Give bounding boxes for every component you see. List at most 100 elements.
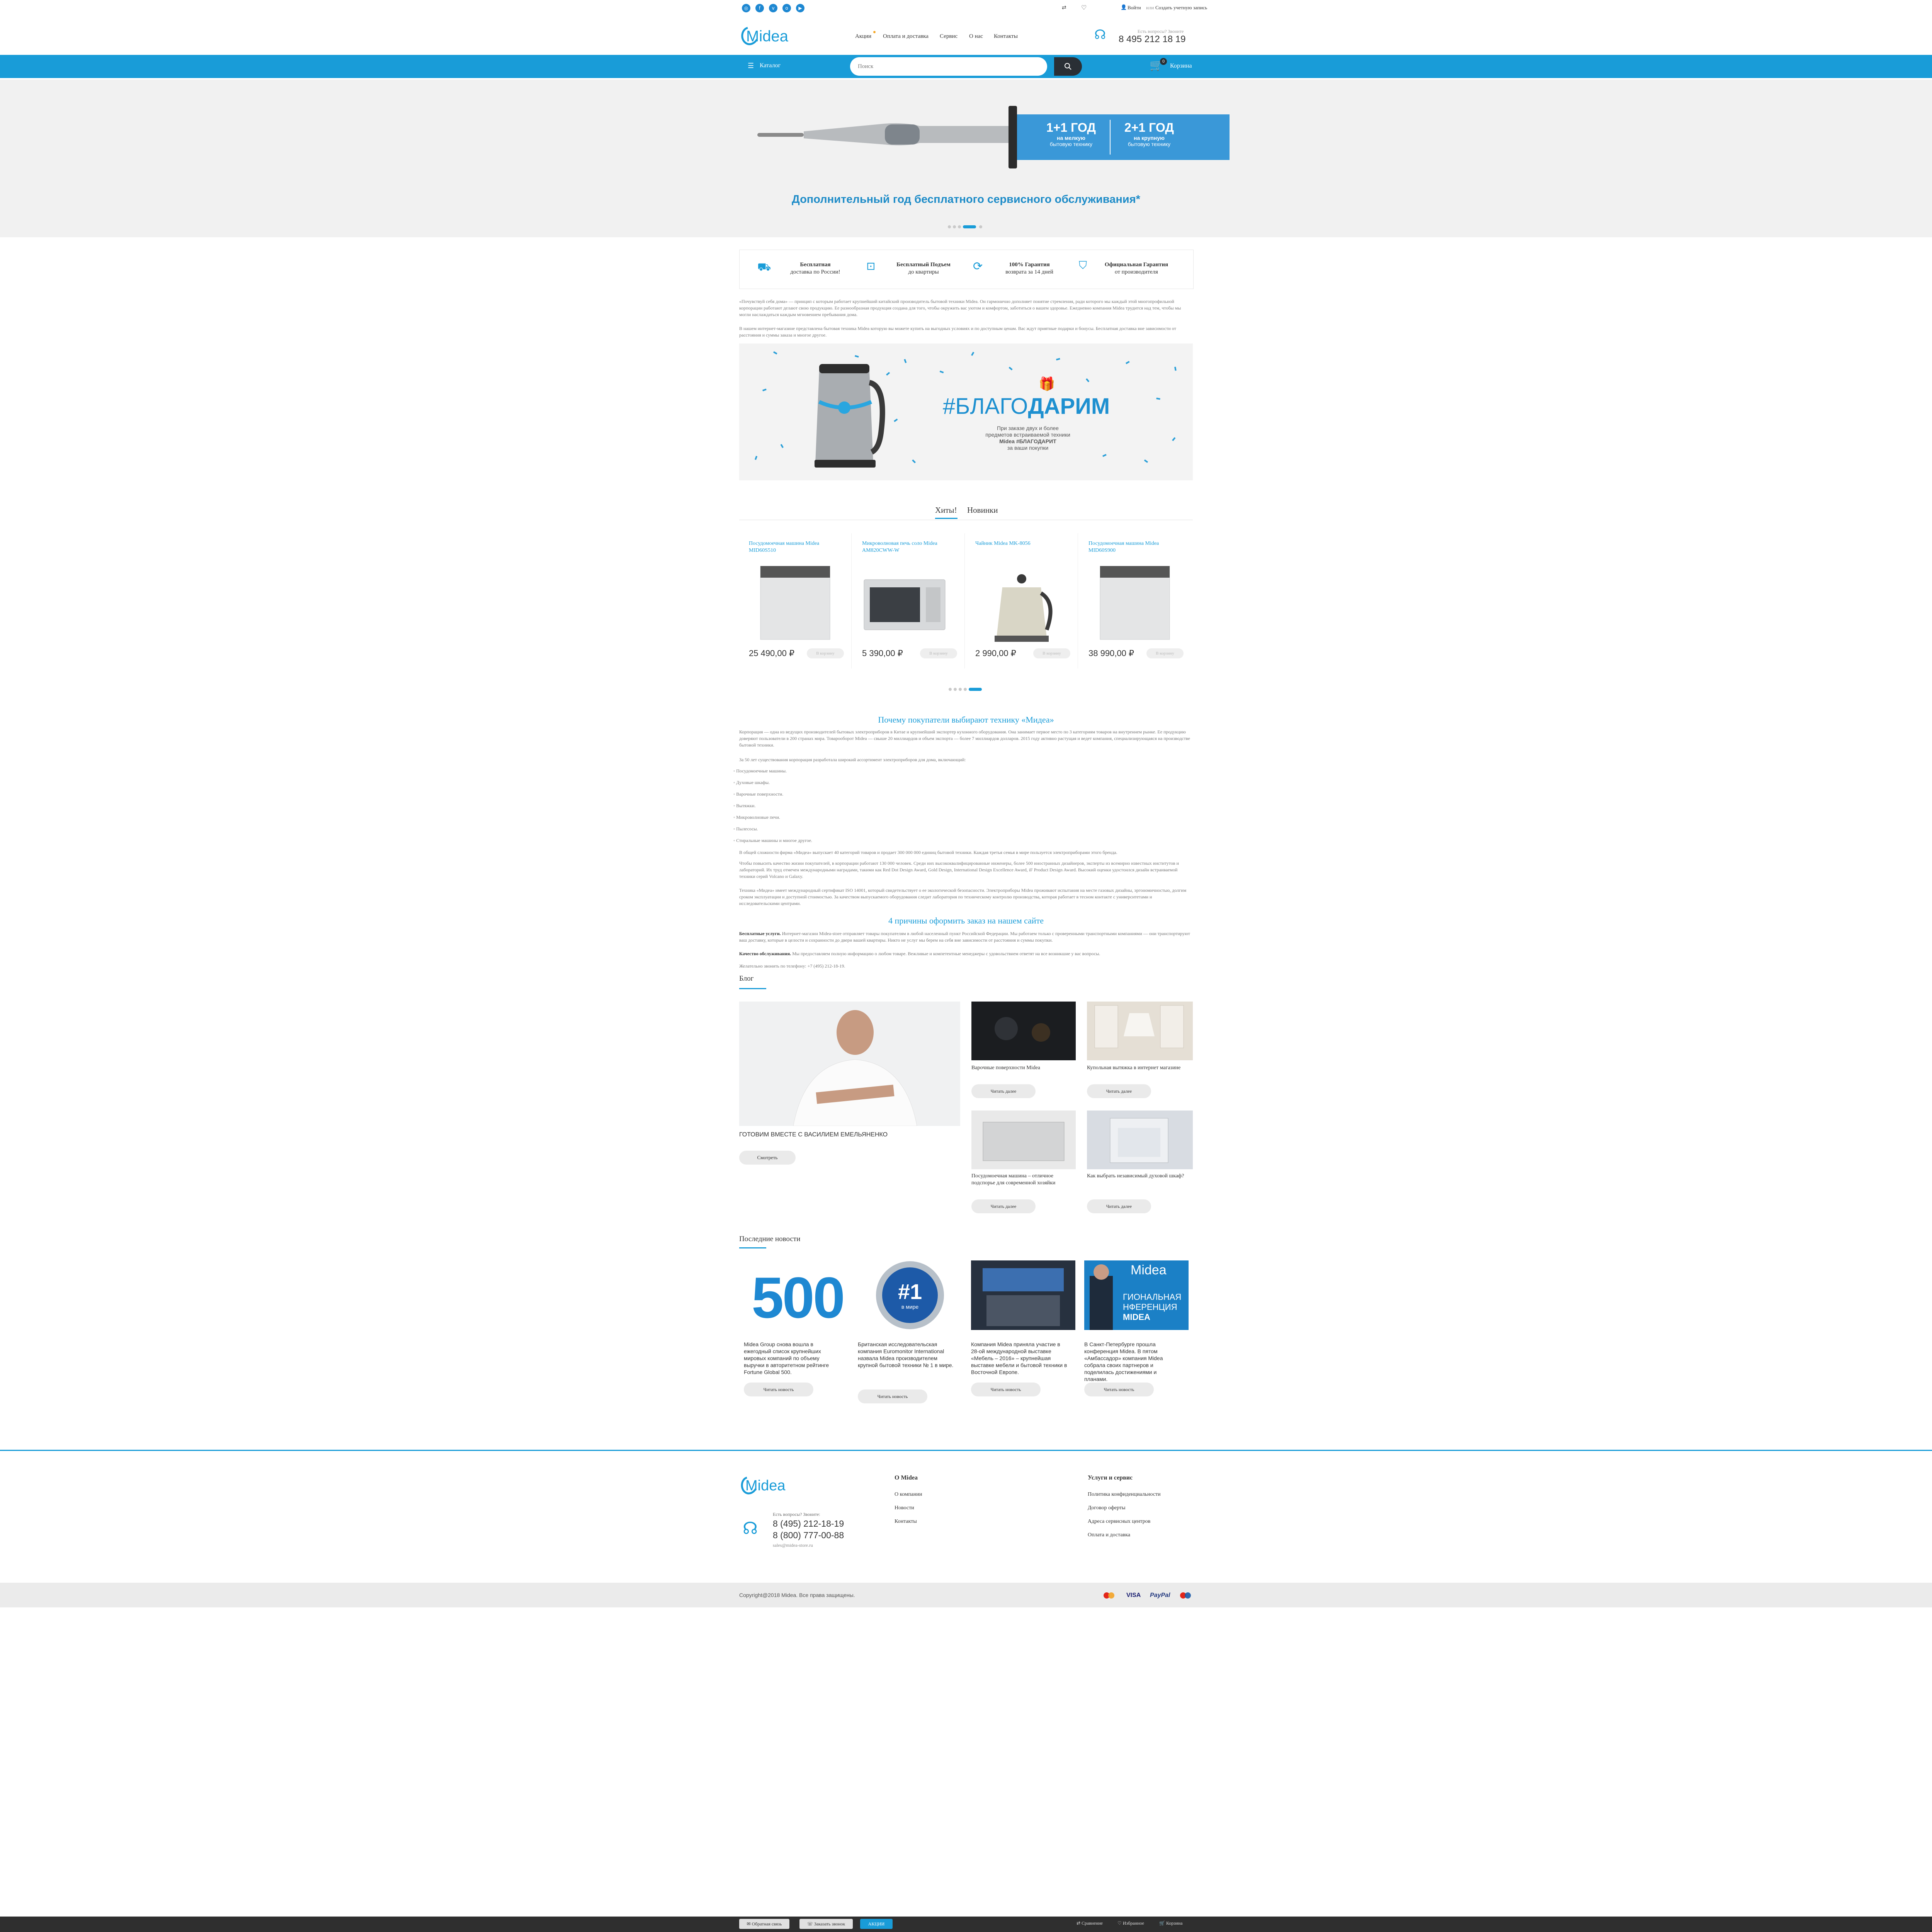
hamburger-icon[interactable]: ☰ xyxy=(748,62,754,70)
add-to-cart-button[interactable]: В корзину xyxy=(1146,648,1184,658)
footer-phone[interactable]: 8 (800) 777-00-88 xyxy=(773,1530,844,1541)
favorites-link[interactable]: ♡ Избранное xyxy=(1117,1920,1144,1926)
add-to-cart-button[interactable]: В корзину xyxy=(807,648,844,658)
product-name[interactable]: Чайник Midea MK-8056 xyxy=(975,540,1056,547)
news-caption[interactable]: В Санкт-Петербурге прошла конференция Mi… xyxy=(1084,1341,1181,1383)
product-name[interactable]: Посудомоечная машина Midea MID60S900 xyxy=(1088,540,1170,554)
youtube-icon[interactable]: ▶ xyxy=(796,4,804,12)
conference-line: MIDEA xyxy=(1123,1312,1150,1322)
cart-link[interactable]: Корзина xyxy=(1170,63,1192,70)
sales-button[interactable]: АКЦИИ xyxy=(860,1919,893,1929)
feedback-button[interactable]: ✉ Обратная связь xyxy=(739,1919,789,1929)
slider-dot-active[interactable] xyxy=(963,225,976,228)
blog-item-caption[interactable]: Купольная вытяжка в интернет магазине xyxy=(1087,1065,1193,1071)
footer-link[interactable]: Адреса сервисных центров xyxy=(1088,1519,1161,1525)
add-to-cart-button[interactable]: В корзину xyxy=(920,648,957,658)
nav-item-sales[interactable]: Акции xyxy=(855,33,871,40)
product-card[interactable]: Посудомоечная машина Midea MID60S900 38 … xyxy=(1079,533,1191,668)
oven-photo xyxy=(1087,1111,1193,1169)
footer-link[interactable]: Политика конфиденциальности xyxy=(1088,1492,1161,1498)
read-more-button[interactable]: Читать далее xyxy=(1087,1084,1151,1098)
read-more-button[interactable]: Читать далее xyxy=(1087,1199,1151,1213)
product-card[interactable]: Посудомоечная машина Midea MID60S510 25 … xyxy=(739,533,852,668)
news-caption[interactable]: Компания Midea приняла участие в 28-ой м… xyxy=(971,1341,1068,1376)
read-news-button[interactable]: Читать новость xyxy=(744,1383,813,1396)
reason-bold: Качество обслуживания. xyxy=(739,951,791,956)
news-caption[interactable]: Британская исследовательская компания Eu… xyxy=(858,1341,954,1369)
blog-item-caption[interactable]: Посудомоечная машина – отличное подспорь… xyxy=(971,1173,1076,1187)
reason-phone: Желательно звонить по телефону: +7 (495)… xyxy=(739,963,845,969)
news-image[interactable]: Midea ГИОНАЛЬНАЯ НФЕРЕНЦИЯ MIDEA xyxy=(1084,1260,1189,1330)
slider-dot[interactable] xyxy=(953,225,956,228)
news-caption[interactable]: Midea Group снова вошла в ежегодный спис… xyxy=(744,1341,840,1376)
product-name[interactable]: Микроволновая печь соло Midea AM820CWW-W xyxy=(862,540,943,554)
carousel-dot-active[interactable] xyxy=(969,688,982,691)
slider-dot[interactable] xyxy=(979,225,982,228)
footer-link[interactable]: О компании xyxy=(895,1492,922,1498)
instagram-icon[interactable]: ◎ xyxy=(742,4,750,12)
carousel-dot[interactable] xyxy=(949,688,952,691)
favorites-label: Избранное xyxy=(1122,1920,1144,1926)
carousel-dot[interactable] xyxy=(959,688,962,691)
add-to-cart-button[interactable]: В корзину xyxy=(1033,648,1070,658)
register-link[interactable]: Создать учетную запись xyxy=(1155,5,1207,11)
promo-line: Midea #БЛАГОДАРИТ xyxy=(999,438,1056,444)
read-more-button[interactable]: Читать далее xyxy=(971,1199,1036,1213)
read-news-button[interactable]: Читать новость xyxy=(1084,1383,1154,1396)
bottom-cart-link[interactable]: 🛒 Корзина xyxy=(1159,1920,1182,1926)
news-image[interactable] xyxy=(971,1260,1075,1330)
footer-link[interactable]: Новости xyxy=(895,1505,922,1511)
carousel-dot[interactable] xyxy=(964,688,967,691)
blog-item-image[interactable] xyxy=(971,1111,1076,1169)
tab-hits[interactable]: Хиты! xyxy=(935,505,957,515)
read-news-button[interactable]: Читать новость xyxy=(858,1389,927,1403)
footer-link[interactable]: Контакты xyxy=(895,1519,922,1525)
news-image[interactable]: 500 xyxy=(744,1260,848,1330)
blog-item-caption[interactable]: Варочные поверхности Midea xyxy=(971,1065,1076,1071)
product-card[interactable]: Чайник Midea MK-8056 2 990,00 ₽ В корзин… xyxy=(966,533,1078,668)
footer-col-links: О компании Новости Контакты xyxy=(895,1492,922,1532)
blog-main-image[interactable] xyxy=(739,1002,960,1126)
product-card[interactable]: Микроволновая печь соло Midea AM820CWW-W… xyxy=(852,533,965,668)
product-name[interactable]: Посудомоечная машина Midea MID60S510 xyxy=(749,540,830,554)
blog-main-caption[interactable]: ГОТОВИМ ВМЕСТЕ С ВАСИЛИЕМ ЕМЕЛЬЯНЕНКО xyxy=(739,1131,888,1138)
why-title: Почему покупатели выбирают технику «Миде… xyxy=(878,715,1054,724)
footer-logo[interactable]: Midea xyxy=(739,1475,797,1496)
catalog-button[interactable]: Каталог xyxy=(760,62,781,69)
watch-button[interactable]: Смотреть xyxy=(739,1151,796,1165)
news-image[interactable]: #1 в мире xyxy=(858,1260,962,1330)
header-phone[interactable]: 8 495 212 18 19 xyxy=(1119,34,1186,45)
nav-item-service[interactable]: Сервис xyxy=(940,33,957,40)
blog-item-image[interactable] xyxy=(971,1002,1076,1060)
logo[interactable]: Midea xyxy=(739,24,801,47)
compare-link[interactable]: ⇄ Сравнение xyxy=(1077,1920,1103,1926)
read-more-button[interactable]: Читать далее xyxy=(971,1084,1036,1098)
login-link[interactable]: Войти xyxy=(1128,5,1141,11)
badge-left-line1: на мелкую xyxy=(1057,135,1085,141)
slider-dot[interactable] xyxy=(958,225,961,228)
heart-icon[interactable]: ♡ xyxy=(1081,4,1087,12)
carousel-dot[interactable] xyxy=(954,688,957,691)
search-button[interactable] xyxy=(1054,57,1082,76)
compare-icon[interactable]: ⇄ xyxy=(1062,5,1066,11)
nav-item-contacts[interactable]: Контакты xyxy=(994,33,1018,40)
blog-item-image[interactable] xyxy=(1087,1002,1193,1060)
product-price: 2 990,00 ₽ xyxy=(975,648,1016,658)
read-news-button[interactable]: Читать новость xyxy=(971,1383,1041,1396)
footer-link[interactable]: Договор оферты xyxy=(1088,1505,1161,1511)
footer-email[interactable]: sales@midea-store.ru xyxy=(773,1543,813,1548)
tab-new[interactable]: Новинки xyxy=(967,505,998,515)
list-item-text: Посудомоечные машины. xyxy=(736,768,787,774)
odnoklassniki-icon[interactable]: o xyxy=(782,4,791,12)
blog-item-caption[interactable]: Как выбрать независимый духовой шкаф? xyxy=(1087,1173,1193,1180)
search-input[interactable] xyxy=(850,57,1047,76)
slider-dot[interactable] xyxy=(948,225,951,228)
footer-phone[interactable]: 8 (495) 212-18-19 xyxy=(773,1519,844,1529)
order-call-button[interactable]: ☏ Заказать звонок xyxy=(799,1919,853,1929)
nav-item-about[interactable]: О нас xyxy=(969,33,983,40)
facebook-icon[interactable]: f xyxy=(755,4,764,12)
nav-item-delivery[interactable]: Оплата и доставка xyxy=(883,33,929,40)
blog-item-image[interactable] xyxy=(1087,1111,1193,1169)
vk-icon[interactable]: v xyxy=(769,4,777,12)
footer-link[interactable]: Оплата и доставка xyxy=(1088,1532,1161,1538)
